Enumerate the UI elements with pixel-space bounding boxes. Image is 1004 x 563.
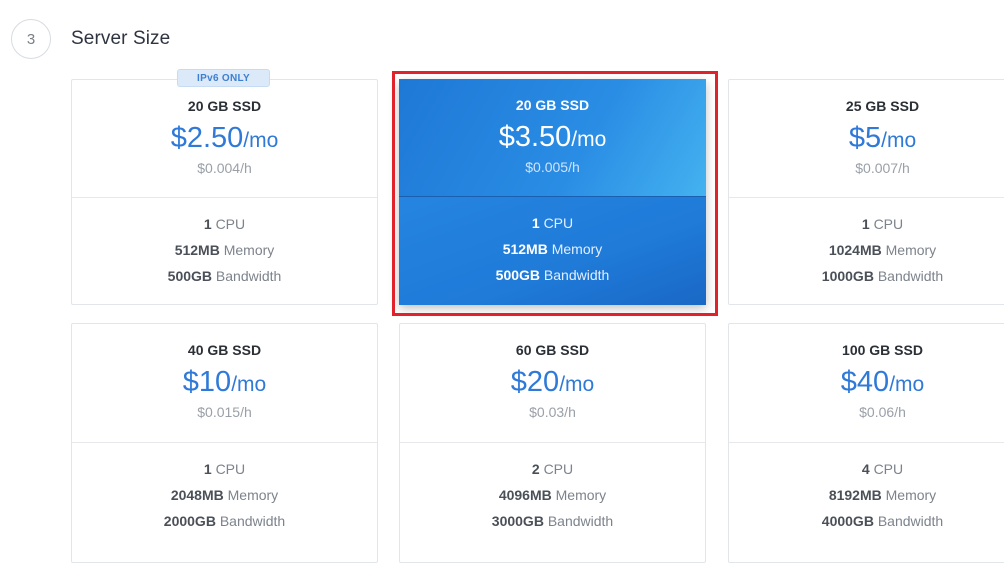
- plan-bandwidth: 2000GB Bandwidth: [163, 513, 286, 529]
- ipv6-only-badge: IPv6 ONLY: [177, 69, 270, 87]
- plan-storage: 40 GB SSD: [187, 342, 262, 358]
- plan-memory: 512MB Memory: [502, 241, 603, 257]
- step-number: 3: [11, 19, 51, 59]
- plan-cpu: 1 CPU: [861, 216, 904, 232]
- plan-cpu: 1 CPU: [203, 216, 246, 232]
- plan-card-20gb-3-50[interactable]: 20 GB SSD $3.50/mo $0.005/h 1 CPU 512MB …: [399, 79, 706, 305]
- plan-memory: 4096MB Memory: [498, 487, 607, 503]
- section-title: Server Size: [71, 28, 171, 49]
- plan-storage: 20 GB SSD: [515, 97, 590, 113]
- plan-bandwidth: 3000GB Bandwidth: [491, 513, 614, 529]
- plan-memory: 2048MB Memory: [170, 487, 279, 503]
- plan-price: $2.50/mo: [170, 122, 279, 154]
- plan-specs: 1 CPU 2048MB Memory 2000GB Bandwidth: [72, 443, 377, 538]
- plan-storage: 25 GB SSD: [845, 98, 920, 114]
- plan-hourly: $0.005/h: [525, 159, 580, 175]
- plan-storage: 20 GB SSD: [187, 98, 262, 114]
- plan-card-40gb-10[interactable]: 40 GB SSD $10/mo $0.015/h 1 CPU 2048MB M…: [71, 323, 378, 563]
- plan-price: $3.50/mo: [498, 121, 607, 153]
- plan-specs: 1 CPU 1024MB Memory 1000GB Bandwidth: [729, 198, 1004, 293]
- plan-card-20gb-2-50[interactable]: 20 GB SSD $2.50/mo $0.004/h 1 CPU 512MB …: [71, 79, 378, 305]
- plan-cpu: 1 CPU: [531, 215, 574, 231]
- plan-memory: 8192MB Memory: [828, 487, 937, 503]
- plan-hourly: $0.06/h: [859, 404, 906, 420]
- plan-specs: 2 CPU 4096MB Memory 3000GB Bandwidth: [400, 443, 705, 538]
- plan-hourly: $0.015/h: [197, 404, 252, 420]
- plan-hourly: $0.03/h: [529, 404, 576, 420]
- plan-hourly: $0.004/h: [197, 160, 252, 176]
- plan-cpu: 4 CPU: [861, 461, 904, 477]
- plan-price: $20/mo: [510, 366, 595, 398]
- plan-storage: 60 GB SSD: [515, 342, 590, 358]
- plan-cpu: 1 CPU: [203, 461, 246, 477]
- plan-specs: 1 CPU 512MB Memory 500GB Bandwidth: [399, 197, 706, 305]
- plan-specs: 1 CPU 512MB Memory 500GB Bandwidth: [72, 198, 377, 293]
- plan-card-25gb-5[interactable]: 25 GB SSD $5/mo $0.007/h 1 CPU 1024MB Me…: [728, 79, 1004, 305]
- plan-bandwidth: 4000GB Bandwidth: [821, 513, 944, 529]
- plan-price: $5/mo: [848, 122, 917, 154]
- plan-bandwidth: 500GB Bandwidth: [167, 268, 282, 284]
- plan-hourly: $0.007/h: [855, 160, 910, 176]
- plan-bandwidth: 500GB Bandwidth: [495, 267, 610, 283]
- plan-specs: 4 CPU 8192MB Memory 4000GB Bandwidth: [729, 443, 1004, 538]
- plan-memory: 512MB Memory: [174, 242, 275, 258]
- plan-cpu: 2 CPU: [531, 461, 574, 477]
- plan-price: $10/mo: [182, 366, 267, 398]
- plan-bandwidth: 1000GB Bandwidth: [821, 268, 944, 284]
- plan-memory: 1024MB Memory: [828, 242, 937, 258]
- plan-card-100gb-40[interactable]: 100 GB SSD $40/mo $0.06/h 4 CPU 8192MB M…: [728, 323, 1004, 563]
- plan-storage: 100 GB SSD: [842, 342, 923, 358]
- plan-price: $40/mo: [840, 366, 925, 398]
- plan-card-60gb-20[interactable]: 60 GB SSD $20/mo $0.03/h 2 CPU 4096MB Me…: [399, 323, 706, 563]
